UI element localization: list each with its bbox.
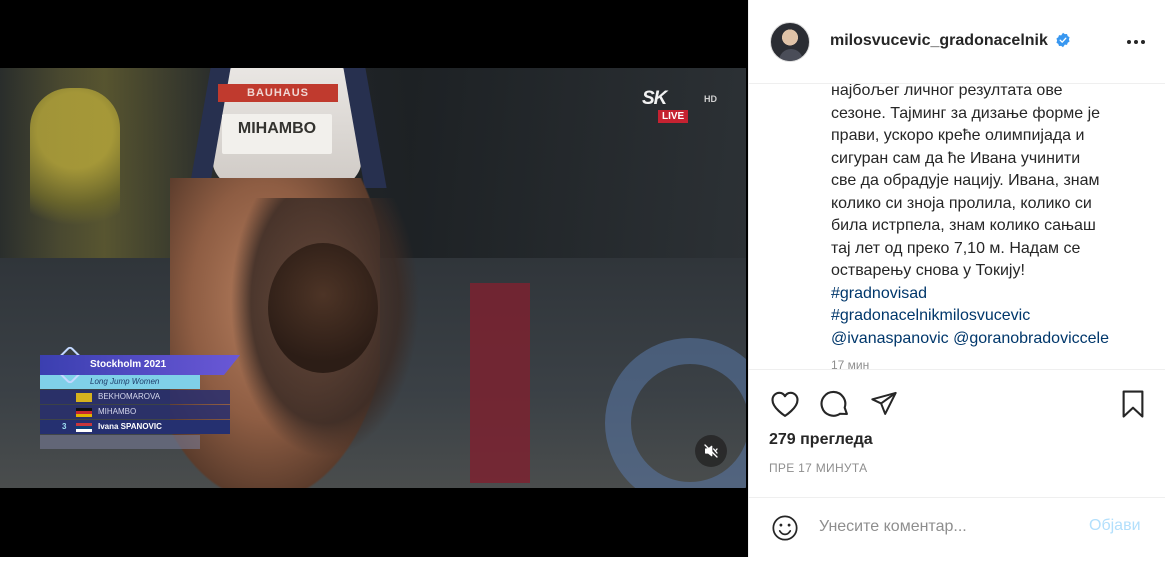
like-button[interactable] xyxy=(769,388,801,420)
live-badge: LIVE xyxy=(658,110,689,123)
caption-line: све да обрадује нацију. Ивана, знам xyxy=(831,172,1100,189)
share-button[interactable] xyxy=(868,388,900,420)
caption-line: остварењу снова у Токију! xyxy=(831,262,1025,279)
scoreboard-name: BEKHOMAROVA xyxy=(98,392,161,401)
channel-hd-badge: HD xyxy=(704,94,717,104)
save-button[interactable] xyxy=(1117,388,1149,420)
heart-icon xyxy=(771,391,799,417)
caption-line: тај лет од преко 7,10 м. Надам се xyxy=(831,239,1081,257)
caption-line: најбољег личног резултата ове xyxy=(831,84,1063,99)
post-header: milosvucevic_gradonacelnik xyxy=(749,0,1165,84)
scoreboard-row-empty xyxy=(40,435,200,449)
paper-plane-icon xyxy=(871,391,897,415)
caption-line: прави, ускоро креће олимпијада и xyxy=(831,127,1085,144)
hashtag-link[interactable]: #gradnovisad xyxy=(831,285,927,302)
comment-button[interactable] xyxy=(819,388,851,420)
channel-logo: SK xyxy=(642,88,667,109)
page-bottom xyxy=(0,557,1165,584)
post-details-panel: milosvucevic_gradonacelnik најбољег личн… xyxy=(748,0,1165,557)
mute-toggle-button[interactable] xyxy=(695,435,727,467)
post-caption: најбољег личног резултата ове сезоне. Та… xyxy=(831,84,1151,350)
action-bar xyxy=(749,384,1165,424)
scoreboard-name: MIHAMBO xyxy=(98,407,137,416)
bib-sponsor: BAUHAUS xyxy=(218,84,338,102)
flag-icon xyxy=(76,408,92,417)
more-horizontal-icon xyxy=(1127,40,1145,44)
tv-scoreboard: Stockholm 2021 Long Jump Women BEKHOMARO… xyxy=(40,345,240,449)
mention-link[interactable]: @goranobradoviccele xyxy=(953,330,1109,347)
comment-icon xyxy=(820,390,848,417)
post-timestamp[interactable]: ПРЕ 17 МИНУТА xyxy=(769,461,867,475)
emoji-button[interactable] xyxy=(769,512,801,544)
verified-badge-icon xyxy=(1056,32,1070,48)
video-player[interactable]: BAUHAUS MIHAMBO SK HD LIVE Stockholm 202… xyxy=(0,68,746,488)
caption-line: била истрпела, знам колико сањаш xyxy=(831,217,1096,234)
flag-icon xyxy=(76,423,92,432)
caption-scroll-area[interactable]: најбољег личног резултата ове сезоне. Та… xyxy=(749,84,1165,370)
comment-input[interactable] xyxy=(819,514,1079,540)
scoreboard-event: Stockholm 2021 xyxy=(40,355,240,375)
caption-line: колико си зноја пролила, колико си xyxy=(831,194,1092,212)
flag-icon xyxy=(76,393,92,402)
hashtag-link[interactable]: #gradonacelnikmilosvucevic xyxy=(831,307,1030,324)
scoreboard-row: MIHAMBO xyxy=(40,405,230,419)
scoreboard-row: 3 Ivana SPANOVIC xyxy=(40,420,230,434)
username-link[interactable]: milosvucevic_gradonacelnik xyxy=(830,32,1048,50)
more-options-button[interactable] xyxy=(1124,30,1148,54)
bookmark-icon xyxy=(1122,390,1144,418)
post-comment-button[interactable]: Објави xyxy=(1089,517,1141,535)
smiley-icon xyxy=(772,515,798,541)
scoreboard-position: 3 xyxy=(62,422,67,431)
scoreboard-name: Ivana SPANOVIC xyxy=(98,422,162,431)
comment-form: Објави xyxy=(749,497,1165,557)
speaker-muted-icon xyxy=(704,444,718,458)
post-media: BAUHAUS MIHAMBO SK HD LIVE Stockholm 202… xyxy=(0,0,748,557)
caption-timestamp: 17 мин xyxy=(831,358,870,370)
caption-line: сезоне. Тајминг за дизање форме је xyxy=(831,104,1101,122)
crowd-figure xyxy=(30,88,120,258)
caption-line: сигуран сам да ће Ивана учинити xyxy=(831,149,1081,167)
avatar[interactable] xyxy=(770,22,810,62)
view-count[interactable]: 279 прегледа xyxy=(769,431,873,449)
bib-name: MIHAMBO xyxy=(237,120,317,137)
mention-link[interactable]: @ivanaspanovic xyxy=(831,330,949,347)
athlete-head xyxy=(268,243,378,373)
red-banner xyxy=(470,283,530,483)
scoreboard-row: BEKHOMAROVA xyxy=(40,390,230,404)
